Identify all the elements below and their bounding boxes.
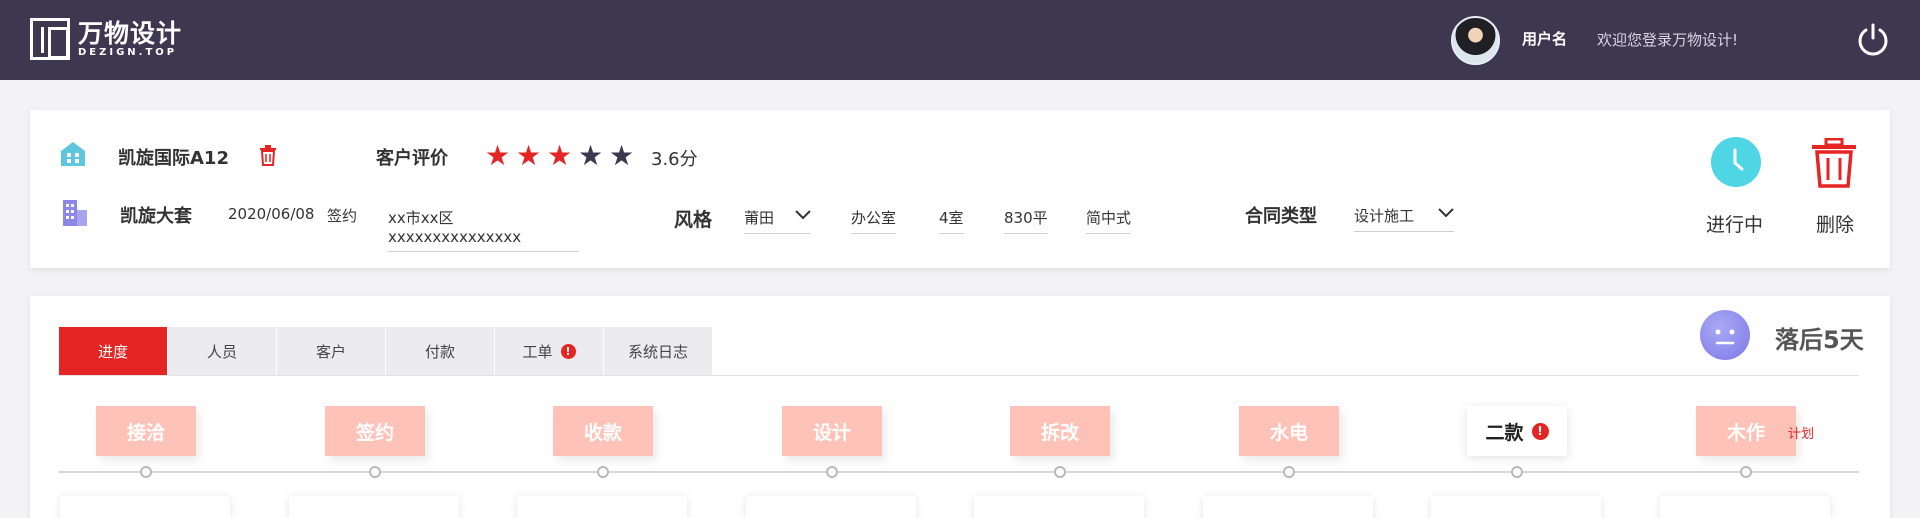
welcome-text: 欢迎您登录万物设计! <box>1597 31 1739 49</box>
rating-text: 3.6分 <box>651 149 698 170</box>
logo-en: DEZIGN.TOP <box>78 46 178 58</box>
style-select[interactable]: 莆田 <box>744 207 811 234</box>
chevron-down-icon <box>795 210 811 220</box>
tab-bar: 进度 人员 客户 付款 工单! 系统日志 <box>59 327 713 375</box>
stage-plumbing-electric[interactable]: 水电 <box>1239 406 1339 456</box>
contract-label: 合同类型 <box>1245 206 1317 227</box>
star-icon: ★ <box>547 139 573 172</box>
power-icon[interactable] <box>1856 22 1890 56</box>
tab-system-log[interactable]: 系统日志 <box>604 327 713 375</box>
contract-select-value: 设计施工 <box>1354 207 1415 225</box>
area-field[interactable]: 830平 <box>1004 207 1048 234</box>
delete-trash-icon[interactable] <box>1810 138 1858 188</box>
stage-detail-card[interactable] <box>1431 496 1601 518</box>
timeline-line <box>59 471 1859 473</box>
tabs-divider <box>59 375 1859 376</box>
plan-tag: 计划 <box>1788 427 1815 442</box>
timeline-node <box>597 466 609 478</box>
suite-name: 凯旋大套 <box>120 206 192 227</box>
stage-demolition[interactable]: 拆改 <box>1010 406 1110 456</box>
rooms-field[interactable]: 4室 <box>939 207 964 234</box>
stage-label: 水电 <box>1269 421 1308 444</box>
delete-label[interactable]: 删除 <box>1816 210 1854 237</box>
logo-mark-icon <box>30 18 70 60</box>
stage-label: 木作 <box>1726 421 1765 444</box>
timeline-node <box>1511 466 1523 478</box>
sign-date: 2020/06/08 <box>228 205 315 223</box>
stage-detail-card[interactable] <box>289 496 459 518</box>
progress-card: 进度 人员 客户 付款 工单! 系统日志 落后5天 接洽 签约 收款 设计 拆改… <box>30 296 1890 518</box>
logo[interactable]: 万物设计 DEZIGN.TOP <box>30 18 182 60</box>
rating-label: 客户评价 <box>376 148 448 169</box>
alert-icon: ! <box>560 343 576 359</box>
project-card: 凯旋国际A12 客户评价 ★ ★ ★ ★ ★ 3.6分 凯旋大套 2020/06… <box>30 110 1890 268</box>
stage-label: 拆改 <box>1040 421 1079 444</box>
behind-schedule-text: 落后5天 <box>1775 326 1864 354</box>
decor-style-field[interactable]: 简中式 <box>1086 207 1132 234</box>
stage-sign[interactable]: 签约 <box>325 406 425 456</box>
style-label: 风格 <box>674 209 713 231</box>
tab-label: 系统日志 <box>627 342 688 361</box>
stage-detail-card[interactable] <box>1203 496 1373 518</box>
tab-personnel[interactable]: 人员 <box>168 327 277 375</box>
stage-design[interactable]: 设计 <box>782 406 882 456</box>
neutral-face-icon <box>1700 310 1750 360</box>
tab-payment[interactable]: 付款 <box>386 327 495 375</box>
stage-label: 收款 <box>583 421 622 444</box>
stage-label: 设计 <box>812 421 851 444</box>
stage-label: 接洽 <box>126 421 165 444</box>
tab-customer[interactable]: 客户 <box>277 327 386 375</box>
tab-workorder[interactable]: 工单! <box>495 327 604 375</box>
stage-detail-card[interactable] <box>974 496 1144 518</box>
status-label: 进行中 <box>1706 214 1764 236</box>
tab-progress[interactable]: 进度 <box>59 327 168 375</box>
star-icon: ★ <box>578 139 604 172</box>
top-header: 万物设计 DEZIGN.TOP 用户名 欢迎您登录万物设计! <box>0 0 1920 80</box>
contract-select[interactable]: 设计施工 <box>1354 205 1454 232</box>
stage-label: 签约 <box>355 421 394 444</box>
stage-second-payment[interactable]: 二款! <box>1467 406 1567 456</box>
logo-cn: 万物设计 <box>78 18 183 48</box>
timeline-node <box>1740 466 1752 478</box>
tab-label: 工单 <box>522 342 553 361</box>
timeline-node <box>1054 466 1066 478</box>
chevron-down-icon <box>1438 208 1454 218</box>
username[interactable]: 用户名 <box>1522 28 1567 49</box>
star-icon: ★ <box>485 139 511 172</box>
tab-label: 人员 <box>206 342 237 361</box>
stage-detail-card[interactable] <box>746 496 916 518</box>
stage-detail-card[interactable] <box>517 496 687 518</box>
building-icon <box>61 142 85 166</box>
stage-label: 二款 <box>1485 421 1524 444</box>
sign-label: 签约 <box>327 207 358 225</box>
stage-detail-card[interactable] <box>1660 496 1830 518</box>
address-field[interactable]: xx市xx区xxxxxxxxxxxxxxx <box>388 207 579 252</box>
avatar[interactable] <box>1451 16 1500 65</box>
timeline-node <box>369 466 381 478</box>
timeline-node <box>826 466 838 478</box>
plan-pointer <box>1776 427 1782 437</box>
trash-icon[interactable] <box>259 145 277 166</box>
star-icon: ★ <box>516 139 542 172</box>
star-icon: ★ <box>609 139 635 172</box>
stage-payment[interactable]: 收款 <box>553 406 653 456</box>
stage-detail-card[interactable] <box>60 496 230 518</box>
tab-label: 付款 <box>424 342 455 361</box>
room-type-field[interactable]: 办公室 <box>851 207 897 234</box>
stage-contact[interactable]: 接洽 <box>96 406 196 456</box>
office-building-icon <box>63 200 87 226</box>
clock-icon[interactable] <box>1711 137 1761 187</box>
style-select-value: 莆田 <box>744 209 775 227</box>
timeline-node <box>140 466 152 478</box>
tab-label: 进度 <box>97 342 128 361</box>
project-name: 凯旋国际A12 <box>118 148 229 169</box>
timeline-node <box>1283 466 1295 478</box>
tab-label: 客户 <box>315 342 346 361</box>
logo-text: 万物设计 DEZIGN.TOP <box>78 20 182 59</box>
alert-icon: ! <box>1531 422 1549 440</box>
